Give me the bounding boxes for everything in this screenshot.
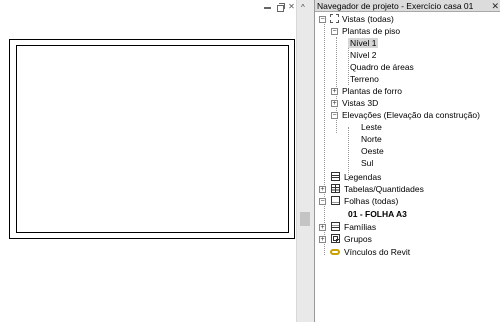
tree-item-label: Quadro de áreas: [350, 62, 414, 72]
tree-guide: [348, 43, 349, 85]
tree-item-sul[interactable]: Sul: [361, 157, 373, 169]
family-icon: [331, 222, 340, 231]
project-browser-title: Navegador de projeto - Exercício casa 01…: [315, 0, 500, 12]
tree-item-label: 01 - FOLHA A3: [348, 209, 407, 219]
schedule-icon: [331, 184, 340, 193]
tree-item-label: Tabelas/Quantidades: [344, 184, 424, 194]
minimize-icon[interactable]: [263, 3, 272, 11]
tree-item-label: Nível 2: [350, 50, 377, 60]
tree-item-label: Legendas: [344, 172, 382, 182]
tree-item-label: Vistas (todas): [342, 14, 394, 24]
tree-item-label: Famílias: [344, 222, 377, 232]
expand-icon[interactable]: +: [319, 236, 326, 243]
tree-guide: [324, 19, 325, 255]
collapse-icon[interactable]: −: [331, 28, 338, 35]
tree-item-label: Elevações (Elevação da construção): [342, 110, 480, 120]
group-icon: [331, 234, 340, 243]
collapse-icon[interactable]: −: [331, 112, 338, 119]
collapse-icon[interactable]: −: [319, 16, 326, 23]
tree-item-label: Plantas de piso: [342, 26, 401, 36]
close-icon[interactable]: ✕: [491, 0, 499, 12]
sheet-icon: [331, 196, 340, 205]
tree-item-label: Vistas 3D: [342, 98, 379, 108]
collapse-icon[interactable]: −: [319, 198, 326, 205]
tree-item-nivel-1[interactable]: Nível 1: [348, 37, 379, 49]
link-icon: [330, 249, 340, 255]
tree-item-label: Norte: [361, 134, 382, 144]
expand-icon[interactable]: +: [331, 88, 338, 95]
tree-item-norte[interactable]: Norte: [361, 133, 382, 145]
scroll-thumb[interactable]: [300, 212, 310, 226]
tree-item-oeste[interactable]: Oeste: [361, 145, 384, 157]
tree-item-quadro-areas[interactable]: Quadro de áreas: [350, 61, 414, 73]
close-icon[interactable]: ✕: [287, 3, 296, 11]
tree-item-label: Oeste: [361, 146, 384, 156]
expand-icon[interactable]: +: [331, 100, 338, 107]
tree-item-label: Plantas de forro: [342, 86, 403, 96]
sheet-view[interactable]: ✕: [0, 0, 296, 322]
vertical-scrollbar[interactable]: ^: [296, 0, 314, 322]
expand-icon[interactable]: +: [319, 224, 326, 231]
tree-item-label: Grupos: [344, 234, 372, 244]
project-browser-title-text: Navegador de projeto - Exercício casa 01: [317, 1, 474, 11]
tree-item-label: Nível 1: [348, 38, 379, 48]
views-icon: [330, 14, 339, 23]
project-browser: Navegador de projeto - Exercício casa 01…: [314, 0, 500, 322]
tree-item-label: Vínculos do Revit: [344, 247, 411, 257]
tree-item-sheet-01[interactable]: 01 - FOLHA A3: [348, 208, 407, 220]
tree-item-label: Leste: [361, 122, 382, 132]
expand-icon[interactable]: +: [319, 186, 326, 193]
tree-item-leste[interactable]: Leste: [361, 121, 382, 133]
legend-icon: [331, 172, 340, 181]
tree-item-terreno[interactable]: Terreno: [350, 73, 379, 85]
tree-item-label: Terreno: [350, 74, 379, 84]
view-title-bar: ✕: [0, 0, 296, 14]
tree-item-label: Sul: [361, 158, 374, 168]
restore-icon[interactable]: [276, 3, 285, 12]
tree-item-label: Folhas (todas): [344, 196, 399, 206]
sheet-title-block-frame: [16, 45, 289, 233]
tree-item-nivel-2[interactable]: Nível 2: [350, 49, 376, 61]
scroll-up-icon[interactable]: ^: [301, 3, 305, 12]
